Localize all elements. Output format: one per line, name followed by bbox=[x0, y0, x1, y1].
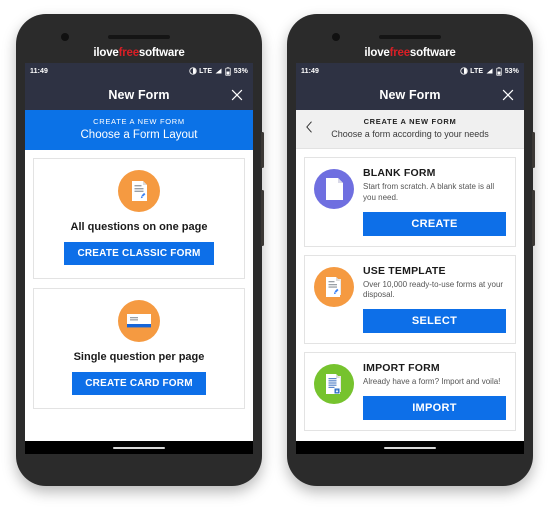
battery-icon bbox=[225, 66, 231, 76]
network-label: LTE bbox=[199, 67, 213, 75]
signal-icon bbox=[215, 68, 222, 74]
battery-label: 53% bbox=[504, 67, 519, 75]
app-bar-title: New Form bbox=[379, 87, 441, 102]
app-bar-left: New Form bbox=[25, 79, 253, 110]
volume-button[interactable] bbox=[261, 132, 264, 168]
watermark-part3: software bbox=[409, 47, 456, 59]
status-time: 11:49 bbox=[30, 67, 49, 75]
gesture-bar-right bbox=[296, 441, 524, 454]
layout-card-classic[interactable]: All questions on one page CREATE CLASSIC… bbox=[33, 158, 245, 279]
power-button[interactable] bbox=[532, 190, 535, 246]
option-card-import-form[interactable]: IMPORT FORM Already have a form? Import … bbox=[304, 352, 516, 431]
create-button[interactable]: CREATE bbox=[363, 211, 506, 236]
select-button[interactable]: SELECT bbox=[363, 309, 506, 334]
option-card-use-template[interactable]: USE TEMPLATE Over 10,000 ready-to-use fo… bbox=[304, 254, 516, 345]
create-card-form-button[interactable]: CREATE CARD FORM bbox=[72, 372, 206, 395]
screenshot-stage: ilovefreesoftware 11:49 LTE 53% New Form… bbox=[0, 0, 549, 508]
option-title: IMPORT FORM bbox=[363, 362, 440, 375]
blank-document-icon bbox=[314, 169, 354, 209]
power-button[interactable] bbox=[261, 190, 264, 246]
watermark-part2: free bbox=[118, 47, 139, 59]
signal-icon bbox=[486, 68, 493, 74]
contrast-icon bbox=[189, 67, 197, 75]
subheader-left: CREATE A NEW FORM Choose a Form Layout bbox=[25, 110, 253, 150]
layout-card-label: All questions on one page bbox=[70, 221, 208, 233]
watermark-part1: ilove bbox=[93, 47, 119, 59]
option-card-blank-form[interactable]: BLANK FORM Start from scratch. A blank s… bbox=[304, 157, 516, 247]
watermark-part2: free bbox=[389, 47, 410, 59]
option-body: BLANK FORM Start from scratch. A blank s… bbox=[363, 167, 506, 236]
watermark-right: ilovefreesoftware bbox=[287, 47, 533, 59]
subheader-kicker: CREATE A NEW FORM bbox=[363, 117, 457, 126]
status-bar-right: 11:49 LTE 53% bbox=[296, 63, 524, 79]
option-body: USE TEMPLATE Over 10,000 ready-to-use fo… bbox=[363, 265, 506, 334]
option-title: USE TEMPLATE bbox=[363, 264, 446, 277]
phone-screen-left: 11:49 LTE 53% New Form CREATE A NEW FORM… bbox=[25, 63, 253, 454]
battery-icon bbox=[496, 66, 502, 76]
create-classic-form-button[interactable]: CREATE CLASSIC FORM bbox=[64, 242, 214, 265]
battery-label: 53% bbox=[233, 67, 248, 75]
status-icons: LTE 53% bbox=[189, 66, 248, 76]
template-document-icon bbox=[314, 266, 354, 307]
watermark-part3: software bbox=[138, 47, 185, 59]
watermark-left: ilovefreesoftware bbox=[16, 47, 262, 59]
phone-device-right: ilovefreesoftware 11:49 LTE 53% New Form… bbox=[287, 14, 535, 486]
front-camera-icon bbox=[61, 33, 69, 41]
phone-device-left: ilovefreesoftware 11:49 LTE 53% New Form… bbox=[16, 14, 264, 486]
layout-card-card[interactable]: Single question per page CREATE CARD FOR… bbox=[33, 288, 245, 409]
back-chevron-icon[interactable] bbox=[305, 121, 314, 133]
app-bar-title: New Form bbox=[108, 87, 170, 102]
watermark-part1: ilove bbox=[364, 47, 390, 59]
status-icons: LTE 53% bbox=[460, 66, 519, 76]
subheader-right: CREATE A NEW FORM Choose a form accordin… bbox=[296, 110, 524, 149]
volume-button[interactable] bbox=[532, 132, 535, 168]
earpiece-speaker bbox=[379, 35, 441, 39]
close-icon[interactable] bbox=[501, 88, 515, 102]
app-bar-right: New Form bbox=[296, 79, 524, 110]
phone-top-bezel-left bbox=[16, 30, 262, 46]
status-time: 11:49 bbox=[301, 67, 320, 75]
home-indicator[interactable] bbox=[113, 446, 165, 449]
subheader-title: Choose a Form Layout bbox=[80, 129, 198, 141]
option-description: Start from scratch. A blank state is all… bbox=[363, 182, 495, 202]
import-document-icon bbox=[314, 364, 354, 405]
option-description: Over 10,000 ready-to-use forms at your d… bbox=[363, 279, 504, 300]
close-icon[interactable] bbox=[230, 88, 244, 102]
contrast-icon bbox=[460, 67, 468, 75]
option-body: IMPORT FORM Already have a form? Import … bbox=[363, 362, 506, 420]
option-title: BLANK FORM bbox=[363, 167, 436, 179]
phone-screen-right: 11:49 LTE 53% New Form CREATE A NEW FORM… bbox=[296, 63, 524, 454]
form-options-list: BLANK FORM Start from scratch. A blank s… bbox=[296, 149, 524, 447]
subheader-title: Choose a form according to your needs bbox=[331, 129, 489, 139]
status-bar-left: 11:49 LTE 53% bbox=[25, 63, 253, 79]
layout-card-label: Single question per page bbox=[73, 351, 205, 363]
document-page-icon bbox=[118, 170, 160, 212]
network-label: LTE bbox=[470, 67, 484, 75]
front-camera-icon bbox=[332, 33, 340, 41]
gesture-bar-left bbox=[25, 441, 253, 454]
layout-options-list: All questions on one page CREATE CLASSIC… bbox=[25, 150, 253, 426]
import-button[interactable]: IMPORT bbox=[363, 395, 506, 420]
option-description: Already have a form? Import and voila! bbox=[363, 377, 501, 387]
subheader-kicker: CREATE A NEW FORM bbox=[93, 117, 185, 126]
earpiece-speaker bbox=[108, 35, 170, 39]
phone-top-bezel-right bbox=[287, 30, 533, 46]
home-indicator[interactable] bbox=[384, 446, 436, 449]
card-stack-icon bbox=[118, 300, 160, 342]
